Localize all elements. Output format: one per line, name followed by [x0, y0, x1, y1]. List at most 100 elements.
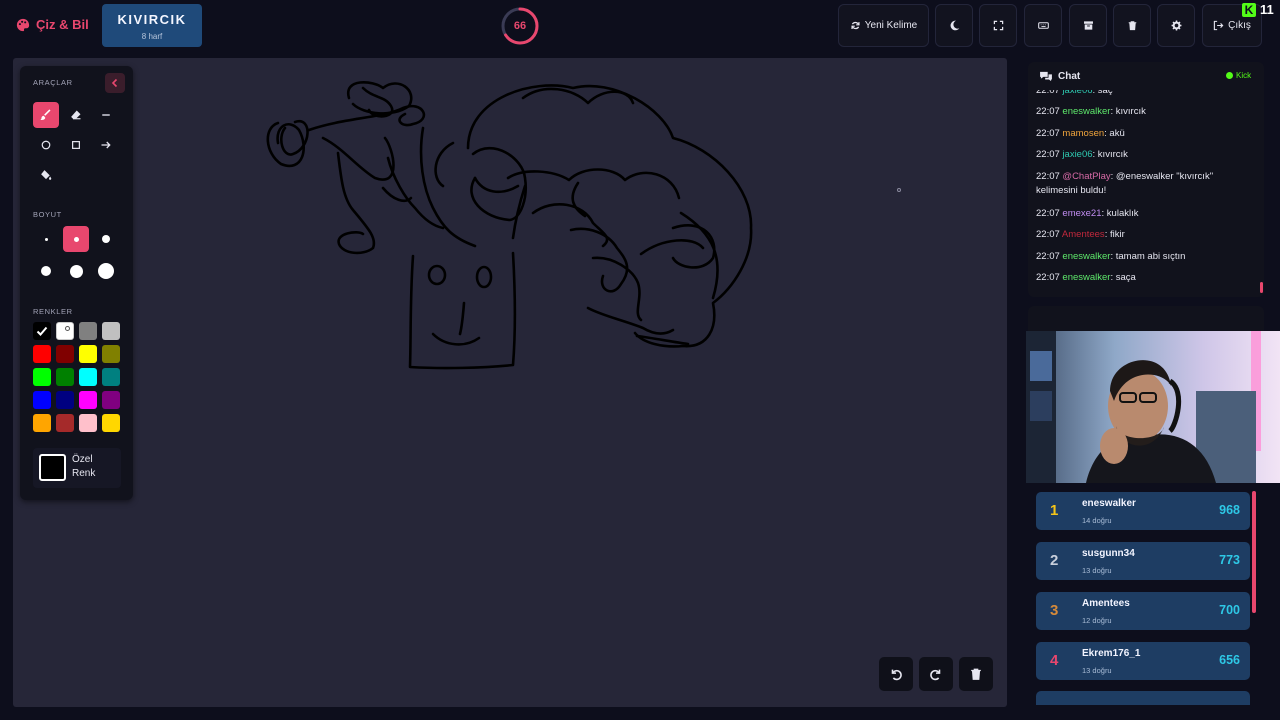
player-points: 700	[1219, 603, 1240, 617]
chat-text: : akü	[1104, 128, 1125, 139]
player-points: 773	[1219, 553, 1240, 567]
chat-time: 22:07	[1036, 229, 1060, 240]
new-word-button[interactable]: Yeni Kelime	[838, 4, 929, 47]
chat-message: 22:07 eneswalker: tamam abi sıçtın	[1036, 250, 1246, 264]
chat-username[interactable]: eneswalker	[1062, 272, 1110, 283]
color-swatch[interactable]	[56, 322, 74, 340]
size-option-4[interactable]	[33, 258, 59, 284]
tools-panel: ARAÇLAR BOYUT RENKLER Özel Renk	[20, 66, 133, 500]
undo-button[interactable]	[879, 657, 913, 691]
chevron-left-icon	[111, 78, 118, 88]
keyboard-button[interactable]	[1024, 4, 1062, 47]
app-logo[interactable]: Çiz & Bil	[16, 17, 89, 32]
chat-time: 22:07	[1036, 272, 1060, 283]
color-swatch[interactable]	[102, 345, 120, 363]
viewer-badge: K 11	[1242, 2, 1274, 17]
color-swatch[interactable]	[79, 414, 97, 432]
line-tool[interactable]	[93, 102, 119, 128]
size-option-6[interactable]	[93, 258, 119, 284]
size-option-1[interactable]	[33, 226, 59, 252]
leaderboard-row-partial	[1036, 691, 1250, 705]
color-swatch[interactable]	[56, 368, 74, 386]
player-rank: 3	[1050, 602, 1059, 619]
color-swatch[interactable]	[79, 391, 97, 409]
custom-color-label-1: Özel	[72, 454, 93, 465]
live-dot-icon	[1226, 72, 1233, 79]
chat-messages[interactable]: 22:07 jaxie06: saç 22:07 eneswalker: kıvı…	[1028, 90, 1258, 288]
color-swatch[interactable]	[102, 414, 120, 432]
circle-tool[interactable]	[33, 132, 59, 158]
player-correct-count: 13 doğru	[1082, 566, 1112, 575]
color-swatch[interactable]	[33, 391, 51, 409]
chat-username[interactable]: Amentees	[1062, 229, 1105, 240]
archive-button[interactable]	[1069, 4, 1107, 47]
custom-color-label-2: Renk	[72, 468, 96, 479]
chat-username[interactable]: eneswalker	[1062, 251, 1110, 262]
settings-button[interactable]	[1157, 4, 1195, 47]
brush-tool[interactable]	[33, 102, 59, 128]
webcam-feed	[1026, 331, 1280, 483]
size-option-3[interactable]	[93, 226, 119, 252]
color-swatch[interactable]	[102, 322, 120, 340]
color-swatch[interactable]	[33, 345, 51, 363]
chat-username[interactable]: jaxie06	[1062, 149, 1092, 160]
custom-color-button[interactable]: Özel Renk	[33, 448, 121, 488]
chat-time: 22:07	[1036, 128, 1060, 139]
color-swatch[interactable]	[33, 322, 51, 340]
check-icon	[36, 326, 48, 336]
archive-icon	[1083, 21, 1093, 30]
gear-icon	[1171, 20, 1181, 31]
square-tool[interactable]	[63, 132, 89, 158]
color-swatch[interactable]	[56, 345, 74, 363]
chat-text: : kulaklık	[1101, 208, 1139, 219]
chat-time: 22:07	[1036, 90, 1060, 96]
chat-time: 22:07	[1036, 106, 1060, 117]
moon-icon	[950, 20, 959, 31]
color-swatch[interactable]	[56, 391, 74, 409]
chat-platform: Kick	[1226, 71, 1251, 80]
drawing-canvas[interactable]	[13, 58, 1007, 707]
round-timer: 66	[500, 6, 540, 46]
fullscreen-button[interactable]	[979, 4, 1017, 47]
color-swatch[interactable]	[33, 414, 51, 432]
color-swatch[interactable]	[102, 391, 120, 409]
chat-scrollbar[interactable]	[1260, 282, 1263, 293]
chat-time: 22:07	[1036, 208, 1060, 219]
trash-icon	[971, 668, 981, 680]
arrow-tool[interactable]	[93, 132, 119, 158]
eraser-tool[interactable]	[63, 102, 89, 128]
player-points: 968	[1219, 503, 1240, 517]
color-swatch[interactable]	[33, 368, 51, 386]
chat-username[interactable]: mamosen	[1062, 128, 1104, 139]
chat-username[interactable]: emexe21	[1062, 208, 1101, 219]
undo-icon	[891, 669, 902, 681]
chat-username[interactable]: @ChatPlay	[1062, 171, 1110, 182]
player-name: eneswalker	[1082, 498, 1136, 509]
color-swatch[interactable]	[79, 345, 97, 363]
custom-color-preview	[39, 454, 66, 481]
chat-message: 22:07 eneswalker: saça	[1036, 271, 1246, 285]
chat-text: : fikir	[1104, 229, 1125, 240]
chat-username[interactable]: jaxie06	[1062, 90, 1092, 96]
size-option-2[interactable]	[63, 226, 89, 252]
color-swatch[interactable]	[102, 368, 120, 386]
collapse-panel-button[interactable]	[105, 73, 125, 93]
dark-mode-button[interactable]	[935, 4, 973, 47]
color-swatch[interactable]	[79, 368, 97, 386]
leaderboard-scrollbar[interactable]	[1252, 491, 1256, 613]
fill-tool[interactable]	[33, 162, 59, 188]
clear-canvas-button[interactable]	[959, 657, 993, 691]
clear-button[interactable]	[1113, 4, 1151, 47]
color-swatch[interactable]	[79, 322, 97, 340]
chat-username[interactable]: eneswalker	[1062, 106, 1110, 117]
color-swatch[interactable]	[56, 414, 74, 432]
redo-button[interactable]	[919, 657, 953, 691]
player-rank: 1	[1050, 502, 1059, 519]
current-word-box: KIVIRCIK 8 harf	[102, 4, 202, 47]
chat-text: : kıvırcık	[1110, 106, 1146, 117]
chat-panel: Chat Kick 22:07 jaxie06: saç 22:07 eneswa…	[1028, 62, 1264, 297]
eraser-icon	[71, 110, 81, 120]
colors-title: RENKLER	[33, 307, 73, 316]
size-option-5[interactable]	[63, 258, 89, 284]
player-correct-count: 14 doğru	[1082, 516, 1112, 525]
